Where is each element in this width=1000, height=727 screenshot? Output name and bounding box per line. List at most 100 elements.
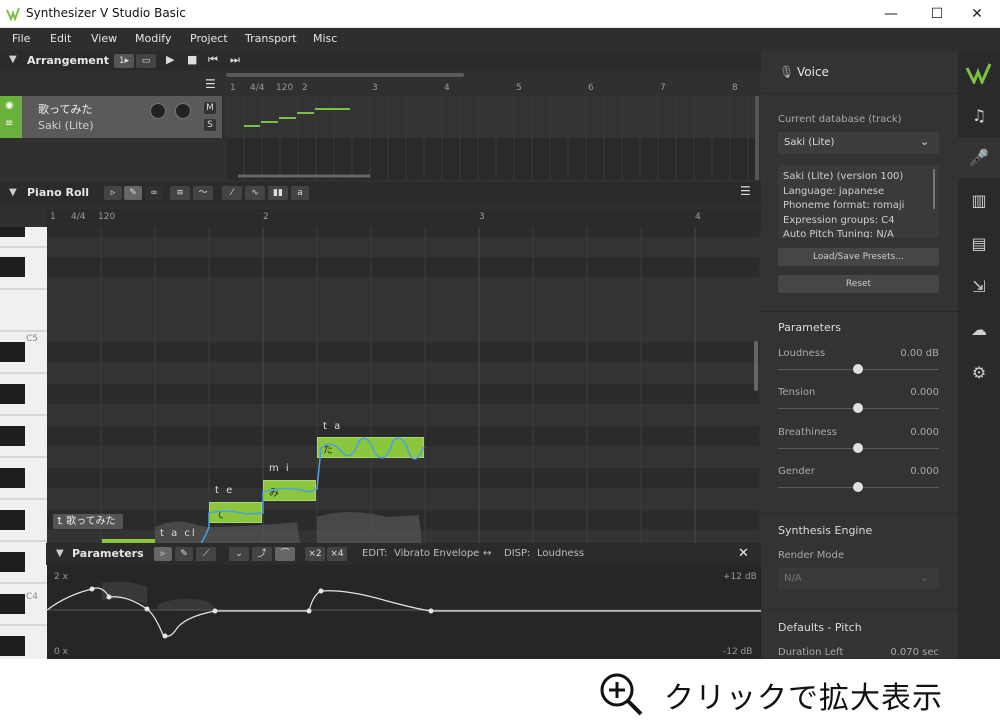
param-pointer-icon[interactable]: ▹ [154, 547, 172, 561]
minimize-button[interactable]: — [868, 0, 914, 28]
parameters-header: ▼ Parameters ▹ ✎ ⟋ ⌄ ⤴ ⌒ ×2 ×4 EDIT: Vib… [46, 543, 761, 565]
loop-toggle-icon[interactable]: 1▸ [114, 54, 134, 68]
cloud-icon[interactable]: ☁ [958, 310, 1000, 350]
render-mode-value: N/A [784, 573, 802, 584]
pen-tool-icon[interactable]: ✎ [124, 186, 142, 200]
volume-knob[interactable] [150, 103, 166, 119]
loudness-knob[interactable] [853, 364, 863, 374]
pitch-tool-icon[interactable]: 〜 [193, 186, 213, 200]
piano-roll-menu-icon[interactable]: ☰ [740, 184, 751, 198]
gender-knob[interactable] [853, 482, 863, 492]
curve-down-icon[interactable]: ⌄ [229, 547, 249, 561]
link-tool-icon[interactable]: ∞ [145, 186, 163, 200]
ruler-label: 2 [263, 212, 269, 222]
menu-project[interactable]: Project [190, 32, 228, 45]
pointer-tool-icon[interactable]: ▹ [104, 186, 122, 200]
multiply-2-button[interactable]: ×2 [305, 547, 325, 561]
menu-misc[interactable]: Misc [313, 32, 337, 45]
vibrato-curve-icon[interactable]: ∿ [245, 186, 265, 200]
reset-button[interactable]: Reset [778, 275, 939, 293]
edit-value[interactable]: Vibrato Envelope [394, 548, 479, 559]
breathiness-label: Breathiness [778, 427, 837, 438]
mute-button[interactable]: M [204, 102, 216, 114]
ruler-label: 120 [98, 212, 116, 222]
chevron-down-icon: ⌄ [920, 135, 930, 148]
stop-icon[interactable]: ■ [187, 53, 197, 66]
curve-rise-icon[interactable]: ⤴ [252, 547, 272, 561]
library-icon[interactable]: ▥ [958, 181, 1000, 221]
waveform-icon[interactable]: ▮▮ [268, 186, 288, 200]
logo-icon[interactable] [958, 53, 1000, 93]
ruler-label: 4 [695, 212, 701, 222]
play-icon[interactable]: ▶ [166, 53, 174, 66]
arrangement-scrollbar[interactable] [226, 73, 464, 77]
ruler-label: 3 [372, 83, 378, 93]
solo-button[interactable]: S [204, 119, 216, 131]
piano-roll-vscroll[interactable] [754, 341, 758, 391]
arrangement-vscroll[interactable] [755, 96, 759, 180]
key-label-c5: C5 [26, 334, 39, 344]
swap-icon[interactable]: ↔ [483, 548, 491, 559]
track-name[interactable]: 歌ってみた [38, 101, 92, 117]
param-pen-icon[interactable]: ✎ [175, 547, 193, 561]
app-window: Synthesizer V Studio Basic — ☐ ✕ File Ed… [0, 0, 1000, 727]
ruler-label: 120 [276, 83, 294, 93]
tension-knob[interactable] [853, 403, 863, 413]
menu-transport[interactable]: Transport [245, 32, 297, 45]
zoom-caption[interactable]: クリックで拡大表示 [0, 659, 1000, 727]
menu-edit[interactable]: Edit [50, 32, 71, 45]
menu-file[interactable]: File [12, 32, 30, 45]
track-menu-icon[interactable]: ☰ [205, 77, 216, 91]
database-select[interactable]: Saki (Lite) ⌄ [778, 132, 939, 154]
close-window-button[interactable]: ✕ [954, 0, 1000, 28]
disp-value[interactable]: Loudness [537, 548, 584, 559]
forward-icon[interactable]: ⏭ [230, 53, 240, 67]
track-header[interactable] [0, 96, 222, 138]
menu-modify[interactable]: Modify [135, 32, 171, 45]
monitor-icon[interactable]: ▭ [136, 54, 156, 68]
music-note-icon[interactable]: ♫ [958, 96, 1000, 136]
export-icon[interactable]: ⇲ [958, 267, 1000, 307]
collapse-chevron-icon[interactable]: ▼ [56, 548, 64, 559]
pan-knob[interactable] [175, 103, 191, 119]
note-tool-icon[interactable]: ≡ [170, 186, 190, 200]
multiply-4-button[interactable]: ×4 [327, 547, 347, 561]
render-mode-select[interactable]: N/A ⌄ [778, 568, 939, 589]
divider [761, 513, 958, 514]
collapse-chevron-icon[interactable]: ▼ [9, 54, 17, 65]
window-title: Synthesizer V Studio Basic [26, 6, 186, 20]
piano-roll-header: ▼ Piano Roll ▹ ✎ ∞ ≡ 〜 ⁄ ∿ ▮▮ a ☰ [0, 182, 761, 204]
arrangement-grid[interactable] [225, 96, 756, 180]
parameters-title: Parameters [72, 547, 144, 560]
arrangement-ruler[interactable]: 1 4/4 120 2 3 4 5 6 7 8 [226, 81, 761, 95]
parameter-curve-area[interactable]: 2 x 0 x +12 dB -12 dB [47, 565, 761, 659]
piano-roll-title: Piano Roll [27, 186, 90, 199]
divider [761, 609, 958, 610]
collapse-chevron-icon[interactable]: ▼ [9, 187, 17, 198]
defaults-pitch-title: Defaults - Pitch [778, 621, 862, 634]
close-parameters-icon[interactable]: ✕ [738, 546, 749, 561]
menu-view[interactable]: View [91, 32, 117, 45]
pitch-curve-icon[interactable]: ⁄ [222, 186, 242, 200]
info-scrollbar[interactable] [933, 169, 935, 209]
lyrics-display-icon[interactable]: a [291, 186, 309, 200]
param-line-icon[interactable]: ⟋ [196, 547, 216, 561]
track-drag-icon[interactable]: ≡ [5, 118, 13, 129]
microphone-icon[interactable]: 🎤 [958, 138, 1000, 178]
ruler-label: 6 [588, 83, 594, 93]
database-info-box: Saki (Lite) (version 100) Language: japa… [778, 165, 939, 238]
voice-title: Voice [797, 65, 829, 79]
load-save-presets-button[interactable]: Load/Save Presets... [778, 248, 939, 266]
side-toolbar: ♫ 🎤 ▥ ▤ ⇲ ☁ ⚙ [958, 51, 1000, 659]
breathiness-knob[interactable] [853, 443, 863, 453]
gear-icon[interactable]: ⚙ [958, 353, 1000, 393]
app-logo-icon [6, 7, 20, 21]
piano-keyboard[interactable]: C5 C4 [0, 227, 47, 659]
parameters-section-title: Parameters [778, 321, 841, 334]
curve-arc-icon[interactable]: ⌒ [275, 547, 295, 561]
piano-roll-ruler[interactable]: 1 4/4 120 2 3 4 [46, 209, 761, 227]
info-line: Auto Pitch Tuning: N/A [783, 229, 894, 238]
rewind-icon[interactable]: ⏮ [208, 53, 218, 67]
piano-roll-grid[interactable]: t a cl たっ t e て m i み t a た [47, 227, 759, 543]
book-icon[interactable]: ▤ [958, 224, 1000, 264]
